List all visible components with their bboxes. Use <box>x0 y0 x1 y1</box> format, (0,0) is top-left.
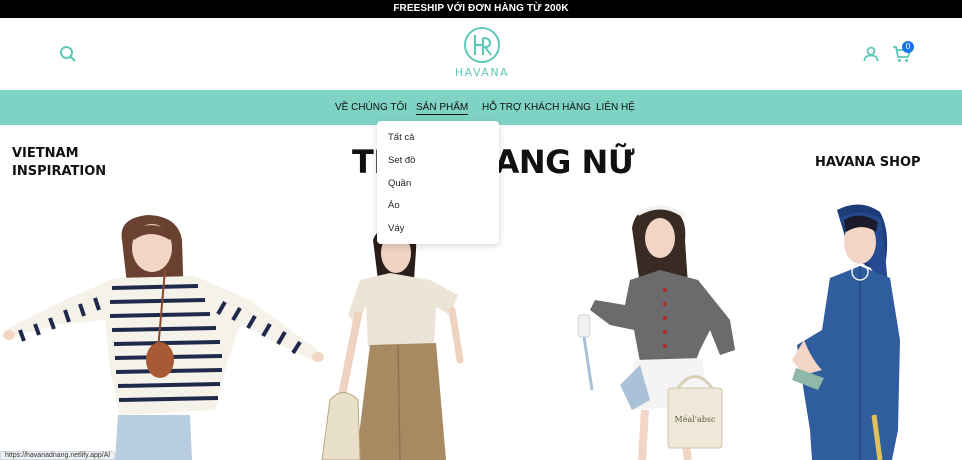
logo[interactable]: HAVANA <box>452 26 512 84</box>
dropdown-item-skirts[interactable]: Váy <box>388 223 404 234</box>
user-icon <box>863 46 879 62</box>
model-beige-outfit-image <box>321 226 464 460</box>
nav-item-contact[interactable]: LIÊN HỆ <box>596 90 635 125</box>
search-button[interactable] <box>58 44 78 64</box>
account-button[interactable] <box>862 45 880 63</box>
products-dropdown-menu: Tất cả Set đồ Quần Áo Váy <box>377 121 499 244</box>
dropdown-item-all[interactable]: Tất cả <box>388 132 414 143</box>
nav-item-products[interactable]: SẢN PHẨM <box>416 90 469 125</box>
nav-item-label: VỀ CHÚNG TÔI <box>335 102 408 113</box>
announcement-text: FREESHIP VỚI ĐƠN HÀNG TỪ 200K <box>393 3 569 14</box>
hero-tagline-line1: VIETNAM <box>12 146 79 161</box>
nav-item-about[interactable]: VỀ CHÚNG TÔI <box>335 90 407 125</box>
tote-bag-text: Méal'absc <box>675 415 716 424</box>
link-preview-status-bar: https://havanadnang.netlify.app/Al <box>0 451 115 460</box>
search-icon <box>60 46 76 62</box>
havana-logo-icon <box>464 27 500 63</box>
nav-item-support[interactable]: HỖ TRỢ KHÁCH HÀNG <box>482 90 591 125</box>
model-grey-cardigan-image: Méal'absc <box>577 205 735 460</box>
nav-item-label: SẢN PHẨM <box>416 102 469 115</box>
nav-item-label: HỖ TRỢ KHÁCH HÀNG <box>482 102 591 113</box>
announcement-bar: FREESHIP VỚI ĐƠN HÀNG TỪ 200K <box>0 0 962 18</box>
logo-text: HAVANA <box>454 66 510 79</box>
nav-item-label: LIÊN HỆ <box>596 102 635 113</box>
dropdown-item-sets[interactable]: Set đồ <box>388 155 415 166</box>
model-blue-aodai-image <box>792 204 900 460</box>
model-striped-sweater-image <box>3 215 324 460</box>
dropdown-item-tops[interactable]: Áo <box>388 200 400 211</box>
dropdown-item-pants[interactable]: Quần <box>388 178 411 189</box>
hero-tagline: VIETNAM INSPIRATION <box>12 145 106 181</box>
main-nav: VỀ CHÚNG TÔI SẢN PHẨM HỖ TRỢ KHÁCH HÀNG … <box>0 90 962 125</box>
hero-tagline-line2: INSPIRATION <box>12 164 107 179</box>
site-header: HAVANA 0 <box>0 18 962 90</box>
cart-count-badge: 0 <box>902 41 914 53</box>
hero-shop-name: HAVANA SHOP <box>815 155 921 170</box>
